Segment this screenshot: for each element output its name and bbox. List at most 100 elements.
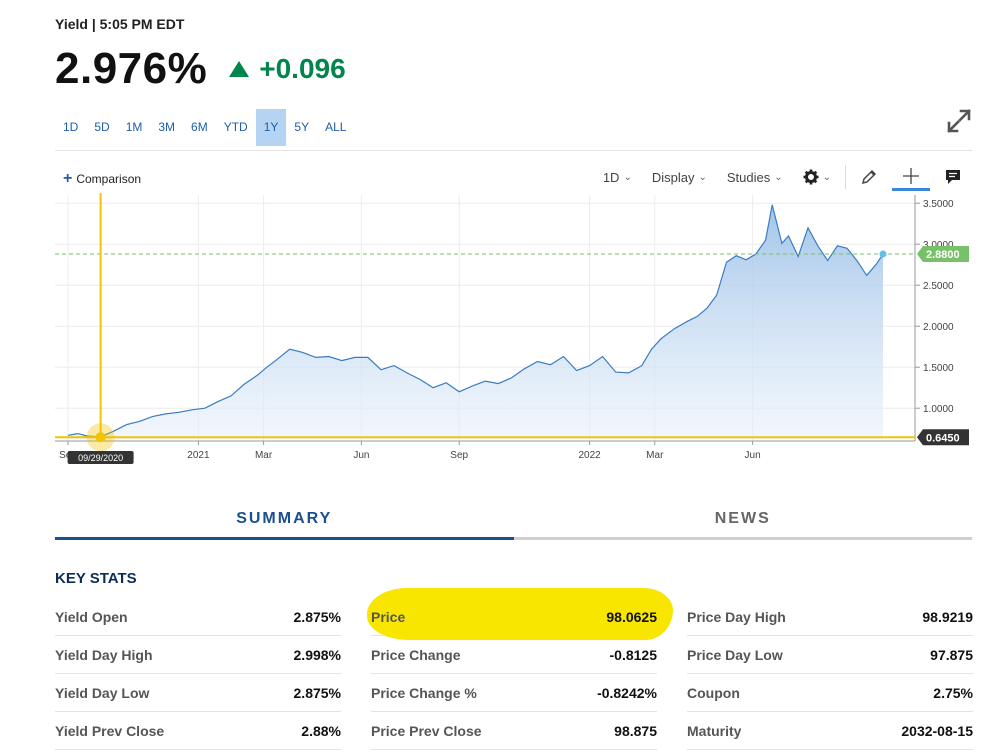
stat-value: 2.875% — [293, 684, 341, 701]
stat-row: Coupon 2.75% — [687, 674, 973, 712]
stat-value: 2.75% — [933, 684, 973, 701]
current-value-dot — [879, 250, 887, 258]
range-tab-5d[interactable]: 5D — [86, 109, 117, 146]
stat-value: 98.875 — [614, 722, 657, 739]
stat-value: 2.88% — [301, 722, 341, 739]
x-axis: Sep2021MarJunSep2022MarJun — [59, 441, 761, 461]
x-tick-label: Jun — [745, 450, 761, 461]
stat-label: Yield Prev Close — [55, 722, 165, 739]
stat-value: 2032-08-15 — [901, 722, 973, 739]
studies-label: Studies — [726, 169, 771, 185]
x-tick-label: Jun — [353, 450, 369, 461]
stat-row: Maturity 2032-08-15 — [687, 712, 973, 750]
chevron-down-icon: ⌄ — [774, 171, 783, 183]
toolbar-divider — [845, 165, 846, 189]
display-label: Display — [651, 169, 695, 185]
stat-label: Price Prev Close — [371, 722, 482, 739]
stat-row: Price Change % -0.8242% — [371, 674, 657, 712]
comparison-label: Comparison — [76, 172, 142, 186]
settings-dropdown[interactable]: ⌄ — [803, 169, 831, 185]
tab-news[interactable]: NEWS — [513, 500, 972, 540]
stat-row: Price Day High 98.9219 — [687, 598, 973, 636]
x-tick-label: Sep — [450, 450, 468, 461]
quote-row: 2.976% +0.096 — [55, 44, 346, 94]
stats-column-bond: Price Day High 98.9219 Price Day Low 97.87… — [687, 598, 973, 750]
stat-row: Price Prev Close 98.875 — [371, 712, 657, 750]
range-tab-ytd[interactable]: YTD — [216, 109, 256, 146]
display-dropdown[interactable]: Display ⌄ — [652, 170, 707, 185]
y-tick-label: 2.5000 — [923, 281, 954, 292]
stat-label: Price Day Low — [687, 646, 783, 663]
tab-summary[interactable]: SUMMARY — [55, 500, 514, 540]
interval-dropdown[interactable]: 1D ⌄ — [603, 170, 632, 185]
crosshair-button[interactable] — [892, 163, 930, 191]
x-tick-label: 2021 — [187, 450, 210, 461]
stat-label: Price Change — [371, 646, 461, 663]
y-tick-label: 1.5000 — [923, 363, 954, 374]
up-arrow-icon — [229, 61, 250, 77]
stat-row: Yield Prev Close 2.88% — [55, 712, 341, 750]
stat-value: -0.8125 — [609, 646, 657, 663]
interval-label: 1D — [602, 169, 620, 185]
stat-row: Price Change -0.8125 — [371, 636, 657, 674]
stat-row: Yield Day High 2.998% — [55, 636, 341, 674]
crosshair-date-badge: 09/29/2020 — [67, 451, 134, 464]
comments-button[interactable] — [934, 163, 972, 191]
stat-row: Yield Open 2.875% — [55, 598, 341, 636]
stat-value: 98.9219 — [922, 608, 973, 625]
stat-label: Yield Day High — [55, 646, 153, 663]
stat-value: 97.875 — [930, 646, 973, 663]
current-value-badge: 2.8800 — [917, 246, 969, 263]
range-tab-1y[interactable]: 1Y — [255, 109, 287, 146]
y-tick-label: 1.0000 — [923, 404, 954, 415]
settings-icon — [803, 169, 819, 185]
range-tabs: 1D 5D 1M 3M 6M YTD 1Y 5Y ALL — [55, 109, 354, 146]
crosshair-date-label: 09/29/2020 — [78, 453, 123, 463]
x-tick-label: 2022 — [578, 450, 601, 461]
yield-change: +0.096 — [259, 53, 346, 84]
range-tab-1m[interactable]: 1M — [118, 109, 151, 146]
stat-label: Coupon — [687, 684, 740, 701]
stat-label: Price — [371, 608, 406, 625]
plus-icon: + — [63, 170, 73, 187]
range-tab-3m[interactable]: 3M — [150, 109, 183, 146]
range-tab-1d[interactable]: 1D — [55, 109, 86, 146]
draw-pencil-icon — [861, 169, 877, 185]
crosshair-point — [95, 432, 106, 443]
stats-column-yield: Yield Open 2.875% Yield Day High 2.998% Yi… — [55, 598, 341, 750]
expand-icon[interactable] — [946, 108, 972, 134]
yield-value: 2.976% — [55, 44, 208, 93]
stat-label: Yield Open — [55, 608, 128, 625]
crosshair-value-label: 0.6450 — [926, 432, 960, 444]
stat-value: -0.8242% — [597, 684, 657, 701]
stat-value: 98.0625 — [606, 608, 657, 625]
chevron-down-icon: ⌄ — [623, 171, 632, 183]
crosshair-icon — [903, 167, 919, 184]
stat-value: 2.998% — [293, 646, 341, 663]
stat-label: Yield Day Low — [55, 684, 150, 701]
studies-dropdown[interactable]: Studies ⌄ — [727, 170, 783, 185]
range-tab-6m[interactable]: 6M — [183, 109, 216, 146]
quote-header-label: Yield | 5:05 PM EDT — [55, 16, 185, 32]
yield-area — [68, 204, 883, 439]
stat-row: Price Day Low 97.875 — [687, 636, 973, 674]
x-tick-label: Mar — [255, 450, 273, 461]
range-tab-5y[interactable]: 5Y — [286, 109, 317, 146]
stat-label: Price Change % — [371, 684, 477, 701]
stat-row-highlighted: Price 98.0625 — [367, 588, 673, 640]
stat-label: Maturity — [687, 722, 742, 739]
y-axis: 1.00001.50002.00002.50003.00003.5000 — [915, 199, 954, 415]
crosshair-value-badge: 0.6450 — [917, 429, 969, 446]
x-tick-label: Mar — [646, 450, 664, 461]
stats-column-price: Price 98.0625 Price Change -0.8125 Price C… — [367, 588, 673, 750]
y-tick-label: 3.5000 — [923, 199, 954, 210]
content-tabs: SUMMARY NEWS — [55, 500, 972, 540]
stat-label: Price Day High — [687, 608, 786, 625]
yield-chart[interactable]: 1.00001.50002.00002.50003.00003.5000 Sep… — [55, 193, 972, 473]
stat-value: 2.875% — [293, 608, 341, 625]
draw-button[interactable] — [850, 163, 888, 191]
range-tab-all[interactable]: ALL — [317, 109, 354, 146]
comparison-button[interactable]: + Comparison — [63, 170, 141, 188]
chart-panel: + Comparison 1D ⌄ Display ⌄ Studies ⌄ ⌄ … — [55, 150, 972, 472]
y-tick-label: 2.0000 — [923, 322, 954, 333]
